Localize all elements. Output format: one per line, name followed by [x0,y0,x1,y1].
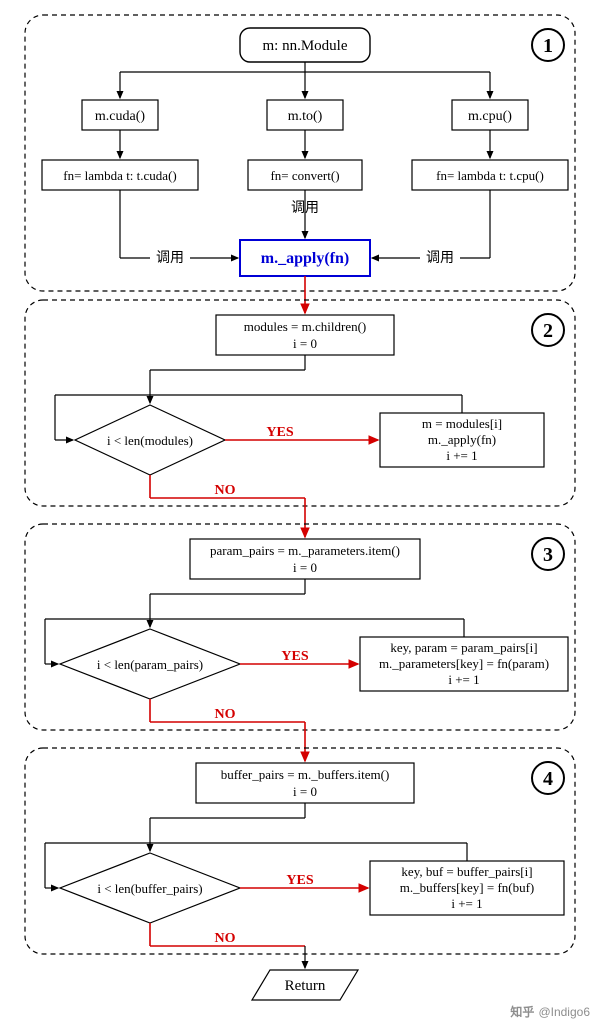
section-1-number: 1 [543,35,553,57]
section-1: 1 m: nn.Module m.cuda() m.to() m.cpu() f… [25,15,575,291]
fn-cpu-box: fn= lambda t: t.cpu() [436,168,544,183]
s2-body-l2: m._apply(fn) [428,432,496,447]
return-box: Return [285,978,326,994]
s2-cond: i < len(modules) [107,433,193,448]
call-label-left: 调用 [156,250,184,266]
s2-body-l3: i += 1 [446,448,477,463]
apply-box: m._apply(fn) [261,250,349,267]
s3-init-l2: i = 0 [293,560,317,575]
section-3: 3 param_pairs = m._parameters.item() i =… [25,524,575,730]
s2-body-l1: m = modules[i] [422,416,502,431]
s3-body-l3: i += 1 [448,672,479,687]
s3-body-l2: m._parameters[key] = fn(param) [379,656,549,671]
s4-cond: i < len(buffer_pairs) [97,881,202,896]
s3-body-l1: key, param = param_pairs[i] [390,640,537,655]
section-3-number: 3 [543,544,553,566]
call-label-center: 调用 [291,200,319,216]
s3-init-l1: param_pairs = m._parameters.item() [210,543,400,558]
watermark: 知乎 @Indigo6 [510,1003,590,1020]
s3-cond: i < len(param_pairs) [97,657,203,672]
root-node: m: nn.Module [263,38,348,54]
watermark-text: @Indigo6 [538,1005,590,1019]
s2-no: NO [215,483,236,498]
s4-init-l1: buffer_pairs = m._buffers.item() [221,767,390,782]
s2-init-l1: modules = m.children() [244,319,367,334]
zhihu-logo-icon: 知乎 [510,1003,534,1020]
cpu-box: m.cpu() [468,109,512,124]
s4-body-l1: key, buf = buffer_pairs[i] [401,864,532,879]
section-2: 2 modules = m.children() i = 0 i < len(m… [25,300,575,506]
call-label-right: 调用 [426,250,454,266]
s3-no: NO [215,707,236,722]
section-4: 4 buffer_pairs = m._buffers.item() i = 0… [25,748,575,954]
s3-yes: YES [281,649,308,664]
s4-init-l2: i = 0 [293,784,317,799]
section-4-number: 4 [543,768,553,790]
fn-cuda-box: fn= lambda t: t.cuda() [63,168,176,183]
s2-yes: YES [266,425,293,440]
s4-yes: YES [286,873,313,888]
section-2-number: 2 [543,320,553,342]
s4-no: NO [215,931,236,946]
s4-body-l3: i += 1 [451,896,482,911]
s2-init-l2: i = 0 [293,336,317,351]
s4-body-l2: m._buffers[key] = fn(buf) [400,880,535,895]
cuda-box: m.cuda() [95,109,145,124]
to-box: m.to() [288,109,323,124]
fn-convert-box: fn= convert() [270,168,339,183]
